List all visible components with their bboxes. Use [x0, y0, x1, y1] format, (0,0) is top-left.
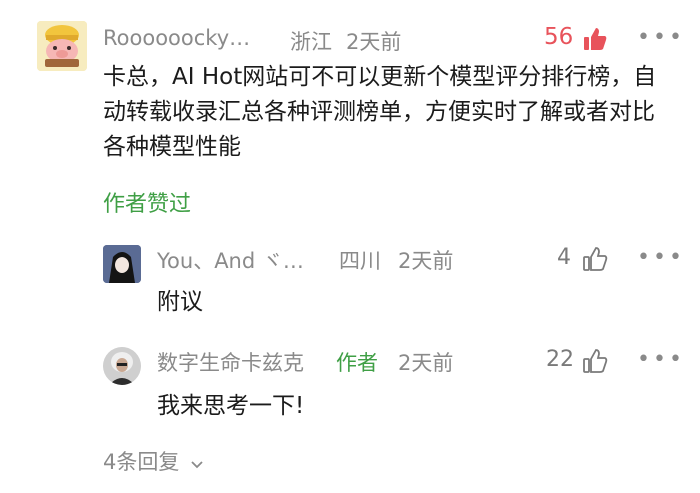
author-liked-label: 作者赞过	[103, 192, 192, 217]
comment-text: 卡总，AI Hot网站可不可以更新个模型评分排行榜，自动转载收录汇总各种评测榜单…	[103, 64, 657, 160]
reply-username[interactable]: 数字生命卡兹克	[157, 347, 304, 377]
reply-username[interactable]: You、And ヾ…	[157, 245, 304, 275]
more-options-icon[interactable]: •••	[637, 25, 685, 50]
like-count: 56	[544, 24, 574, 50]
reply-time: 2天前	[398, 249, 454, 273]
author-tag: 作者	[336, 351, 378, 375]
more-options-icon[interactable]: •••	[637, 347, 685, 372]
reply-time: 2天前	[398, 351, 454, 375]
reply-count-label: 4条回复	[103, 450, 180, 474]
comment-location: 浙江	[290, 30, 332, 54]
gray-hair-person-avatar-icon	[103, 347, 141, 385]
more-options-icon[interactable]: •••	[637, 245, 685, 270]
thumbs-up-outline-icon[interactable]	[582, 246, 608, 276]
comment-time: 2天前	[346, 30, 402, 54]
chevron-down-icon	[190, 451, 204, 475]
reply-text: 附议	[157, 289, 203, 315]
reply-like-count: 4	[557, 245, 571, 270]
reply-like-count: 22	[546, 347, 574, 372]
user-avatar[interactable]	[37, 21, 87, 71]
thumbs-up-outline-icon[interactable]	[582, 348, 608, 378]
cartoon-pig-miner-avatar-icon	[37, 21, 87, 71]
reply-avatar[interactable]	[103, 245, 141, 283]
reply-text: 我来思考一下!	[157, 393, 305, 419]
comment-username[interactable]: Roooooocky…	[103, 26, 250, 50]
reply-avatar[interactable]	[103, 347, 141, 385]
expand-replies-button[interactable]: 4条回复	[103, 446, 204, 476]
thumbs-up-filled-icon[interactable]	[582, 26, 608, 56]
reply-location: 四川	[339, 249, 381, 273]
anime-character-avatar-icon	[103, 245, 141, 283]
